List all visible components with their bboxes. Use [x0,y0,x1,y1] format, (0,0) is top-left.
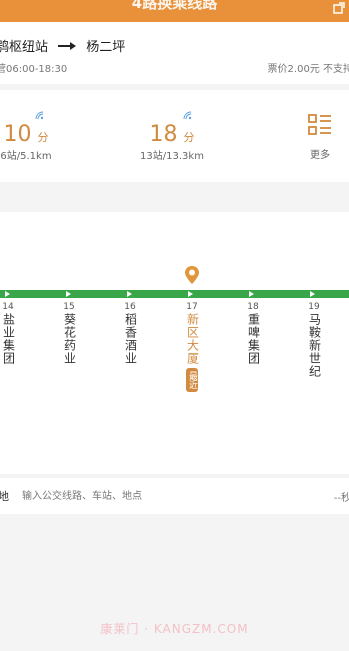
eta-unit: 分 [37,131,49,144]
arrow-right-icon [58,40,77,55]
more-label: 更多 [310,150,330,161]
station-item[interactable]: 19 马鞍新世纪 [306,301,322,378]
station-item[interactable]: 16 稻香酒业 [122,301,138,365]
direction-arrow-icon [5,291,10,297]
route-track [0,290,349,298]
station-item[interactable]: 18 重啤集团 [245,301,261,365]
search-bar: 地 --秒 [0,478,349,514]
station-number: 18 [247,302,259,312]
direction-arrow-icon [188,291,193,297]
search-prefix: 地 [0,490,9,503]
location-pin-icon [185,266,199,284]
route-info-card: 鸮枢纽站 杨二坪 营06:00-18:30 票价2.00元 不支持 [0,22,349,84]
station-name: 重啤集团 [246,313,261,365]
eta-detail: 6站/5.1km [0,151,52,162]
page-title: 4路换乘线路 [131,0,218,12]
station-number: 14 [2,302,14,312]
share-icon[interactable] [333,2,345,14]
eta-item[interactable]: 18 分 13站/13.3km [132,90,212,162]
eta-minutes: 18 [149,122,178,147]
service-hours: 营06:00-18:30 [0,64,68,75]
station-number: 16 [124,302,136,312]
fare-info: 票价2.00元 不支持 [267,64,349,75]
eta-item[interactable]: 10 分 6站/5.1km [0,90,58,162]
more-button[interactable]: 更多 [300,112,340,161]
route-direction[interactable]: 鸮枢纽站 杨二坪 [0,36,125,55]
station-name: 盐业集团 [1,313,16,365]
direction-arrow-icon [249,291,254,297]
station-number: 17 [186,302,198,312]
station-name: 马鞍新世纪 [307,313,322,378]
direction-arrow-icon [310,291,315,297]
direction-arrow-icon [66,291,71,297]
station-number: 15 [63,302,75,312]
realtime-signal-icon [183,111,192,120]
nearest-badge: 最近 [186,368,198,392]
search-input[interactable] [22,486,262,506]
station-item[interactable]: 15 葵花药业 [61,301,77,365]
search-countdown: --秒 [333,493,349,504]
direction-arrow-icon [127,291,132,297]
watermark: 康莱门 · KANGZM.COM [100,622,249,636]
top-bar: 4路换乘线路 [0,0,349,22]
station-line-card: 14 盐业集团 15 葵花药业 16 稻香酒业 17 新区大厦 最近 18 重啤… [0,212,349,474]
eta-unit: 分 [183,131,195,144]
station-item-current[interactable]: 17 新区大厦 最近 [184,301,200,392]
eta-detail: 13站/13.3km [140,151,204,162]
station-name: 新区大厦 [185,313,200,365]
eta-card: 10 分 6站/5.1km 18 分 13站/13.3km 更多 [0,90,349,182]
list-grid-icon [308,114,331,135]
eta-minutes: 10 [3,122,32,147]
origin-station: 鸮枢纽站 [0,40,49,55]
station-number: 19 [308,302,320,312]
station-item[interactable]: 14 盐业集团 [0,301,16,365]
station-name: 稻香酒业 [123,313,138,365]
destination-station: 杨二坪 [86,40,126,55]
station-name: 葵花药业 [62,313,77,365]
realtime-signal-icon [35,111,44,120]
